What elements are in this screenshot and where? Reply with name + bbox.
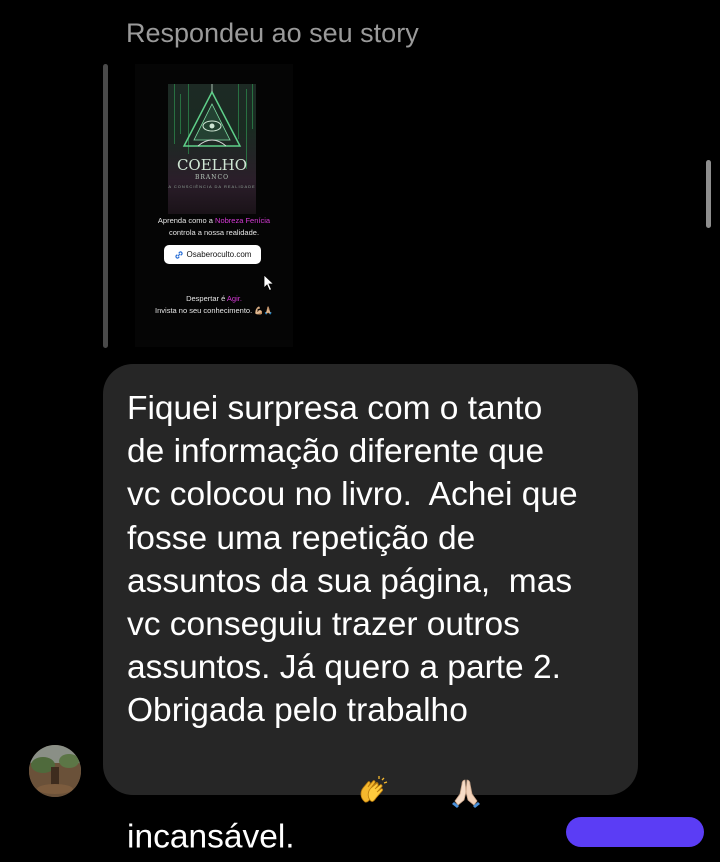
book-subtitle: BRANCO [194, 174, 230, 181]
book-title: COELHO [176, 156, 248, 174]
avatar[interactable] [29, 745, 81, 797]
story-footer-highlight: Agir. [226, 294, 242, 303]
link-icon [174, 250, 184, 260]
story-caption-line1: Aprenda como a Nobreza Fenícia [135, 216, 293, 225]
story-caption-highlight: Nobreza Fenícia [215, 216, 271, 225]
story-footer-line1-text: Despertar é [186, 294, 227, 303]
story-link-sticker[interactable]: Osaberoculto.com [164, 245, 261, 264]
clapping-hands-icon [301, 733, 389, 862]
story-link-label: Osaberoculto.com [186, 250, 252, 259]
message-bubble[interactable]: Fiquei surpresa com o tanto de informaçã… [103, 364, 638, 855]
story-footer-line1: Despertar é Agir. [135, 294, 293, 303]
outgoing-message-bubble-partial[interactable] [566, 817, 704, 847]
story-thumbnail[interactable]: COELHO BRANCO A CONSCIÊNCIA DA REALIDADE… [135, 64, 293, 347]
book-cover-image: COELHO BRANCO A CONSCIÊNCIA DA REALIDADE [168, 84, 256, 214]
story-reply-header: Respondeu ao seu story [126, 18, 419, 48]
story-caption-line1-text: Aprenda como a [157, 216, 216, 225]
book-tagline: A CONSCIÊNCIA DA REALIDADE [168, 184, 256, 189]
story-quote-bar [103, 64, 108, 348]
story-caption-line2: controla a nossa realidade. [168, 228, 260, 237]
scrollbar[interactable] [706, 160, 711, 228]
folded-hands-icon [394, 733, 482, 862]
story-footer-line2: Invista no seu conhecimento. 💪🏼🙏🏼 [155, 306, 273, 315]
